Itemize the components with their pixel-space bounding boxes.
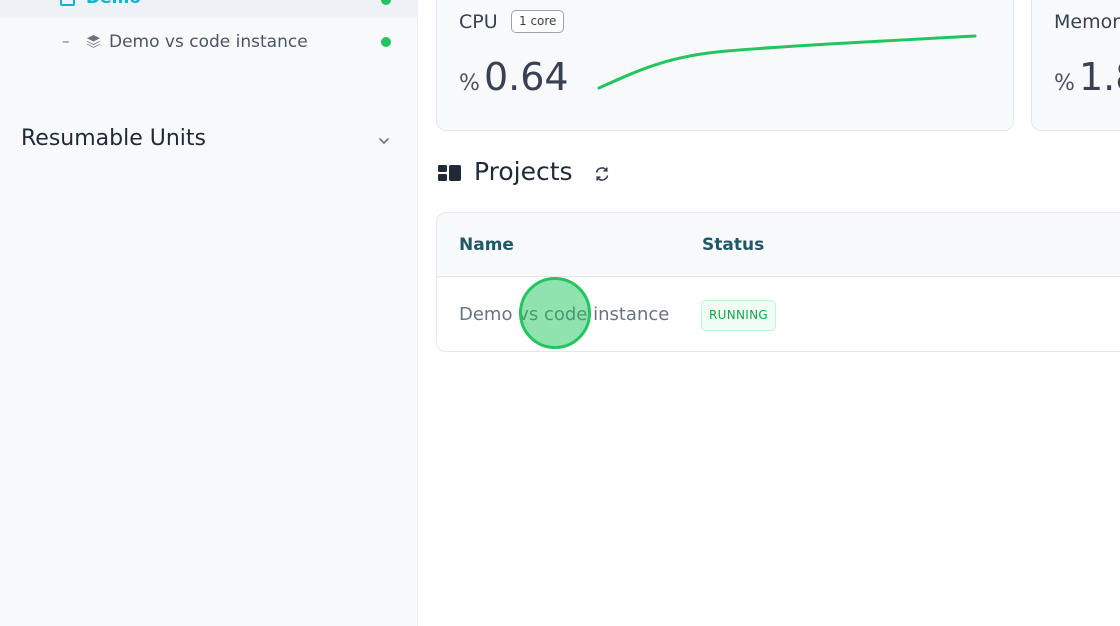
tree-dash: – [62,32,70,50]
sidebar: Demo – Demo vs code instance Resumable U… [0,0,418,626]
memory-card: Memor % 1.8 [1031,0,1120,131]
cpu-core-badge: 1 core [511,10,565,33]
chevron-down-icon[interactable] [377,134,391,148]
projects-title: Projects [474,157,573,186]
status-dot [381,0,391,5]
column-header-status[interactable]: Status [702,235,764,255]
cpu-title: CPU [459,11,498,33]
sidebar-item-label: Demo vs code instance [109,32,308,52]
table-header: Name Status [437,213,1120,277]
sidebar-item-demo-vs-code-instance[interactable]: – Demo vs code instance [0,28,418,56]
memory-value: 1.8 [1079,55,1120,99]
cpu-card: CPU 1 core % 0.64 [436,0,1014,131]
memory-title: Memor [1054,11,1120,33]
refresh-icon[interactable] [594,166,610,182]
section-title: Resumable Units [21,126,207,151]
cpu-sparkline [597,34,977,90]
sidebar-item-demo[interactable]: Demo [0,0,418,18]
click-indicator [519,277,591,349]
memory-unit: % [1054,71,1075,96]
cpu-value: 0.64 [484,55,569,99]
status-badge: RUNNING [701,300,776,331]
workspace-icon [60,0,75,6]
resumable-units-section[interactable]: Resumable Units [21,126,397,156]
cpu-unit: % [459,71,480,96]
projects-icon [438,165,461,181]
layers-icon [86,34,101,48]
sidebar-item-label: Demo [86,0,141,8]
status-dot [381,37,391,47]
column-header-name[interactable]: Name [459,235,514,255]
